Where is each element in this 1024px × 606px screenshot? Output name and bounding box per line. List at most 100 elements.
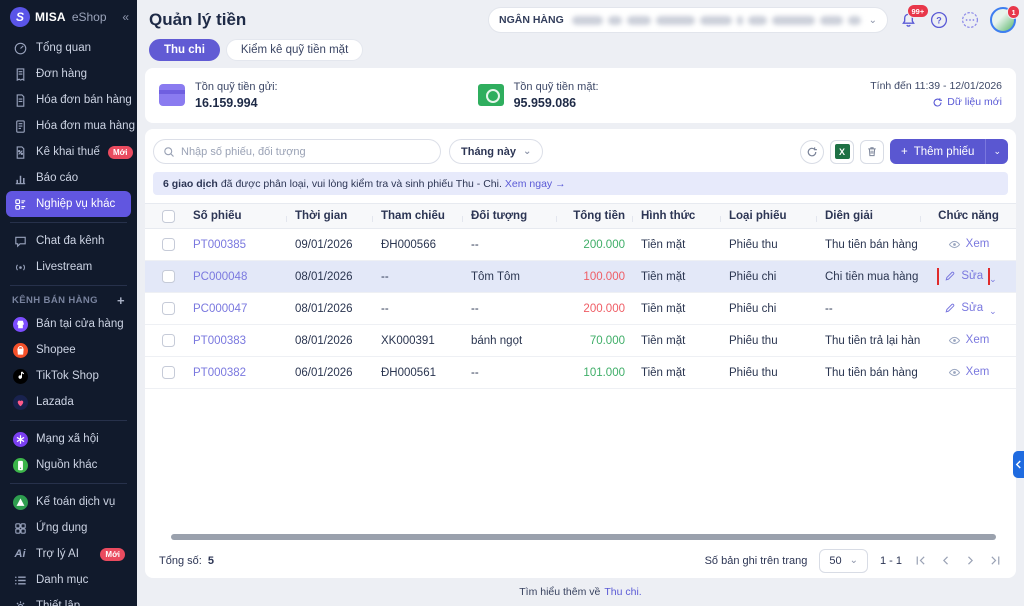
learn-more-link[interactable]: Thu chi.: [604, 586, 641, 598]
select-all-checkbox[interactable]: [162, 210, 175, 223]
sidebar-item-list[interactable]: Danh mục: [6, 567, 131, 593]
export-excel-button[interactable]: X: [830, 140, 854, 164]
view-action[interactable]: Xem: [944, 236, 994, 253]
action-dropdown-icon[interactable]: ⌄: [989, 306, 997, 316]
refresh-button[interactable]: [800, 140, 824, 164]
pencil-icon: [944, 302, 956, 314]
edit-action[interactable]: Sửa: [940, 268, 987, 284]
sidebar-item-chart[interactable]: Báo cáo: [6, 165, 131, 191]
payment-form-cell: Tiền mặt: [633, 367, 721, 379]
cash-value: 95.959.086: [514, 96, 599, 110]
table-row[interactable]: PT00038308/01/2026XK000391bánh ngọt70.00…: [145, 325, 1016, 357]
row-checkbox[interactable]: [162, 270, 175, 283]
ops-icon: [12, 196, 28, 212]
bank-selector[interactable]: NGÂN HÀNG ⌄: [488, 7, 888, 33]
action-dropdown-icon[interactable]: ⌄: [989, 274, 997, 284]
first-page-button[interactable]: [914, 554, 927, 567]
column-header[interactable]: Tổng tiền: [557, 210, 633, 222]
sidebar-item-amis[interactable]: Kế toán dịch vụ: [6, 489, 131, 515]
sidebar-item-doc[interactable]: Hóa đơn bán hàng: [6, 87, 131, 113]
gauge-icon: [12, 40, 28, 56]
view-now-link[interactable]: Xem ngay →: [505, 178, 566, 190]
sidebar-collapse-icon[interactable]: «: [122, 10, 129, 24]
notification-count-badge: 99+: [907, 4, 929, 18]
last-page-button[interactable]: [989, 554, 1002, 567]
summary-card: Tồn quỹ tiền gửi: 16.159.994 Tồn quỹ tiề…: [145, 68, 1016, 123]
sidebar-item-bag[interactable]: Shopee: [6, 337, 131, 363]
object-cell: --: [463, 239, 557, 251]
column-header[interactable]: Tham chiếu: [373, 210, 463, 222]
store-icon: [12, 316, 28, 332]
sidebar-item-tax[interactable]: Kê khai thuếMới: [6, 139, 131, 165]
search-input[interactable]: [181, 146, 431, 158]
tab-thu-chi[interactable]: Thu chi: [149, 39, 220, 61]
notifications-button[interactable]: 99+: [897, 9, 919, 31]
transactions-table: Số phiếuThời gianTham chiếuĐối tượngTổng…: [145, 203, 1016, 534]
sidebar-item-doc2[interactable]: Hóa đơn mua hàng: [6, 113, 131, 139]
sidebar-item-apps[interactable]: Ứng dụng: [6, 515, 131, 541]
table-row[interactable]: PT00038509/01/2026ĐH000566--200.000Tiền …: [145, 229, 1016, 261]
voucher-number-link[interactable]: PT000385: [193, 239, 246, 251]
table-row[interactable]: PC00004808/01/2026--Tôm Tôm100.000Tiền m…: [145, 261, 1016, 293]
brand-name-bold: MISA: [35, 10, 66, 24]
more-button[interactable]: [959, 9, 981, 31]
voucher-number-link[interactable]: PT000383: [193, 335, 246, 347]
sidebar-item-gear[interactable]: Thiết lập: [6, 593, 131, 606]
column-header[interactable]: Số phiếu: [185, 210, 287, 222]
user-avatar[interactable]: 1: [990, 7, 1016, 33]
column-header[interactable]: Thời gian: [287, 210, 373, 222]
help-button[interactable]: ?: [928, 9, 950, 31]
table-row[interactable]: PC00004708/01/2026----200.000Tiền mặtPhi…: [145, 293, 1016, 325]
column-header[interactable]: Loại phiếu: [721, 210, 817, 222]
per-page-select[interactable]: 50 ⌄: [819, 549, 868, 573]
add-channel-icon[interactable]: +: [117, 293, 125, 308]
date-cell: 06/01/2026: [287, 367, 373, 379]
add-voucher-button[interactable]: + Thêm phiếu ⌄: [890, 139, 1008, 164]
column-header[interactable]: Hình thức: [633, 210, 721, 222]
voucher-number-link[interactable]: PC000047: [193, 303, 247, 315]
sidebar-item-ai[interactable]: AiTrợ lý AIMới: [6, 541, 131, 567]
table-footer: Tổng số: 5 Số bản ghi trên trang 50 ⌄ 1 …: [145, 543, 1016, 578]
deposit-balance-stat: Tồn quỹ tiền gửi: 16.159.994: [159, 81, 278, 110]
edit-action[interactable]: Sửa: [940, 300, 987, 316]
column-header[interactable]: Diễn giải: [817, 210, 921, 222]
sidebar-item-note[interactable]: TikTok Shop: [6, 363, 131, 389]
voucher-number-link[interactable]: PT000382: [193, 367, 246, 379]
delete-button[interactable]: [860, 140, 884, 164]
view-tabs: Thu chi Kiểm kê quỹ tiền mặt: [137, 34, 1024, 68]
amount-cell: 200.000: [557, 303, 633, 315]
object-cell: --: [463, 303, 557, 315]
column-header[interactable]: Đối tượng: [463, 210, 557, 222]
sidebar-item-receipt[interactable]: Đơn hàng: [6, 61, 131, 87]
sidebar-item-label: Kê khai thuế: [36, 146, 100, 158]
sidebar-item-ops[interactable]: Nghiệp vụ khác: [6, 191, 131, 217]
horizontal-scrollbar[interactable]: [171, 534, 996, 540]
tab-kiem-ke[interactable]: Kiểm kê quỹ tiền mặt: [226, 39, 363, 61]
amount-cell: 200.000: [557, 239, 633, 251]
date-cell: 08/01/2026: [287, 335, 373, 347]
row-checkbox[interactable]: [162, 302, 175, 315]
row-checkbox[interactable]: [162, 334, 175, 347]
period-filter[interactable]: Tháng này ⌄: [449, 139, 543, 164]
app-logo[interactable]: S MISAeShop «: [0, 0, 137, 33]
view-action[interactable]: Xem: [944, 364, 994, 381]
prev-page-button[interactable]: [939, 554, 952, 567]
search-box[interactable]: [153, 139, 441, 164]
next-page-button[interactable]: [964, 554, 977, 567]
refresh-data-link[interactable]: Dữ liệu mới: [932, 96, 1002, 108]
table-row[interactable]: PT00038206/01/2026ĐH000561--101.000Tiền …: [145, 357, 1016, 389]
sidebar-item-phone[interactable]: Nguồn khác: [6, 452, 131, 478]
collapse-panel-tab[interactable]: [1013, 451, 1024, 478]
row-checkbox[interactable]: [162, 238, 175, 251]
sidebar-item-store[interactable]: Bán tại cửa hàng: [6, 311, 131, 337]
row-checkbox[interactable]: [162, 366, 175, 379]
voucher-number-link[interactable]: PC000048: [193, 271, 247, 283]
sidebar-item-chat[interactable]: Chat đa kênh: [6, 228, 131, 254]
view-action[interactable]: Xem: [944, 332, 994, 349]
sidebar-item-live[interactable]: Livestream: [6, 254, 131, 280]
sidebar-item-share[interactable]: Mạng xã hội: [6, 426, 131, 452]
add-voucher-dropdown[interactable]: ⌄: [986, 146, 1008, 157]
column-header[interactable]: Chức năng: [921, 210, 1016, 222]
sidebar-item-gauge[interactable]: Tổng quan: [6, 35, 131, 61]
sidebar-item-heart[interactable]: Lazada: [6, 389, 131, 415]
